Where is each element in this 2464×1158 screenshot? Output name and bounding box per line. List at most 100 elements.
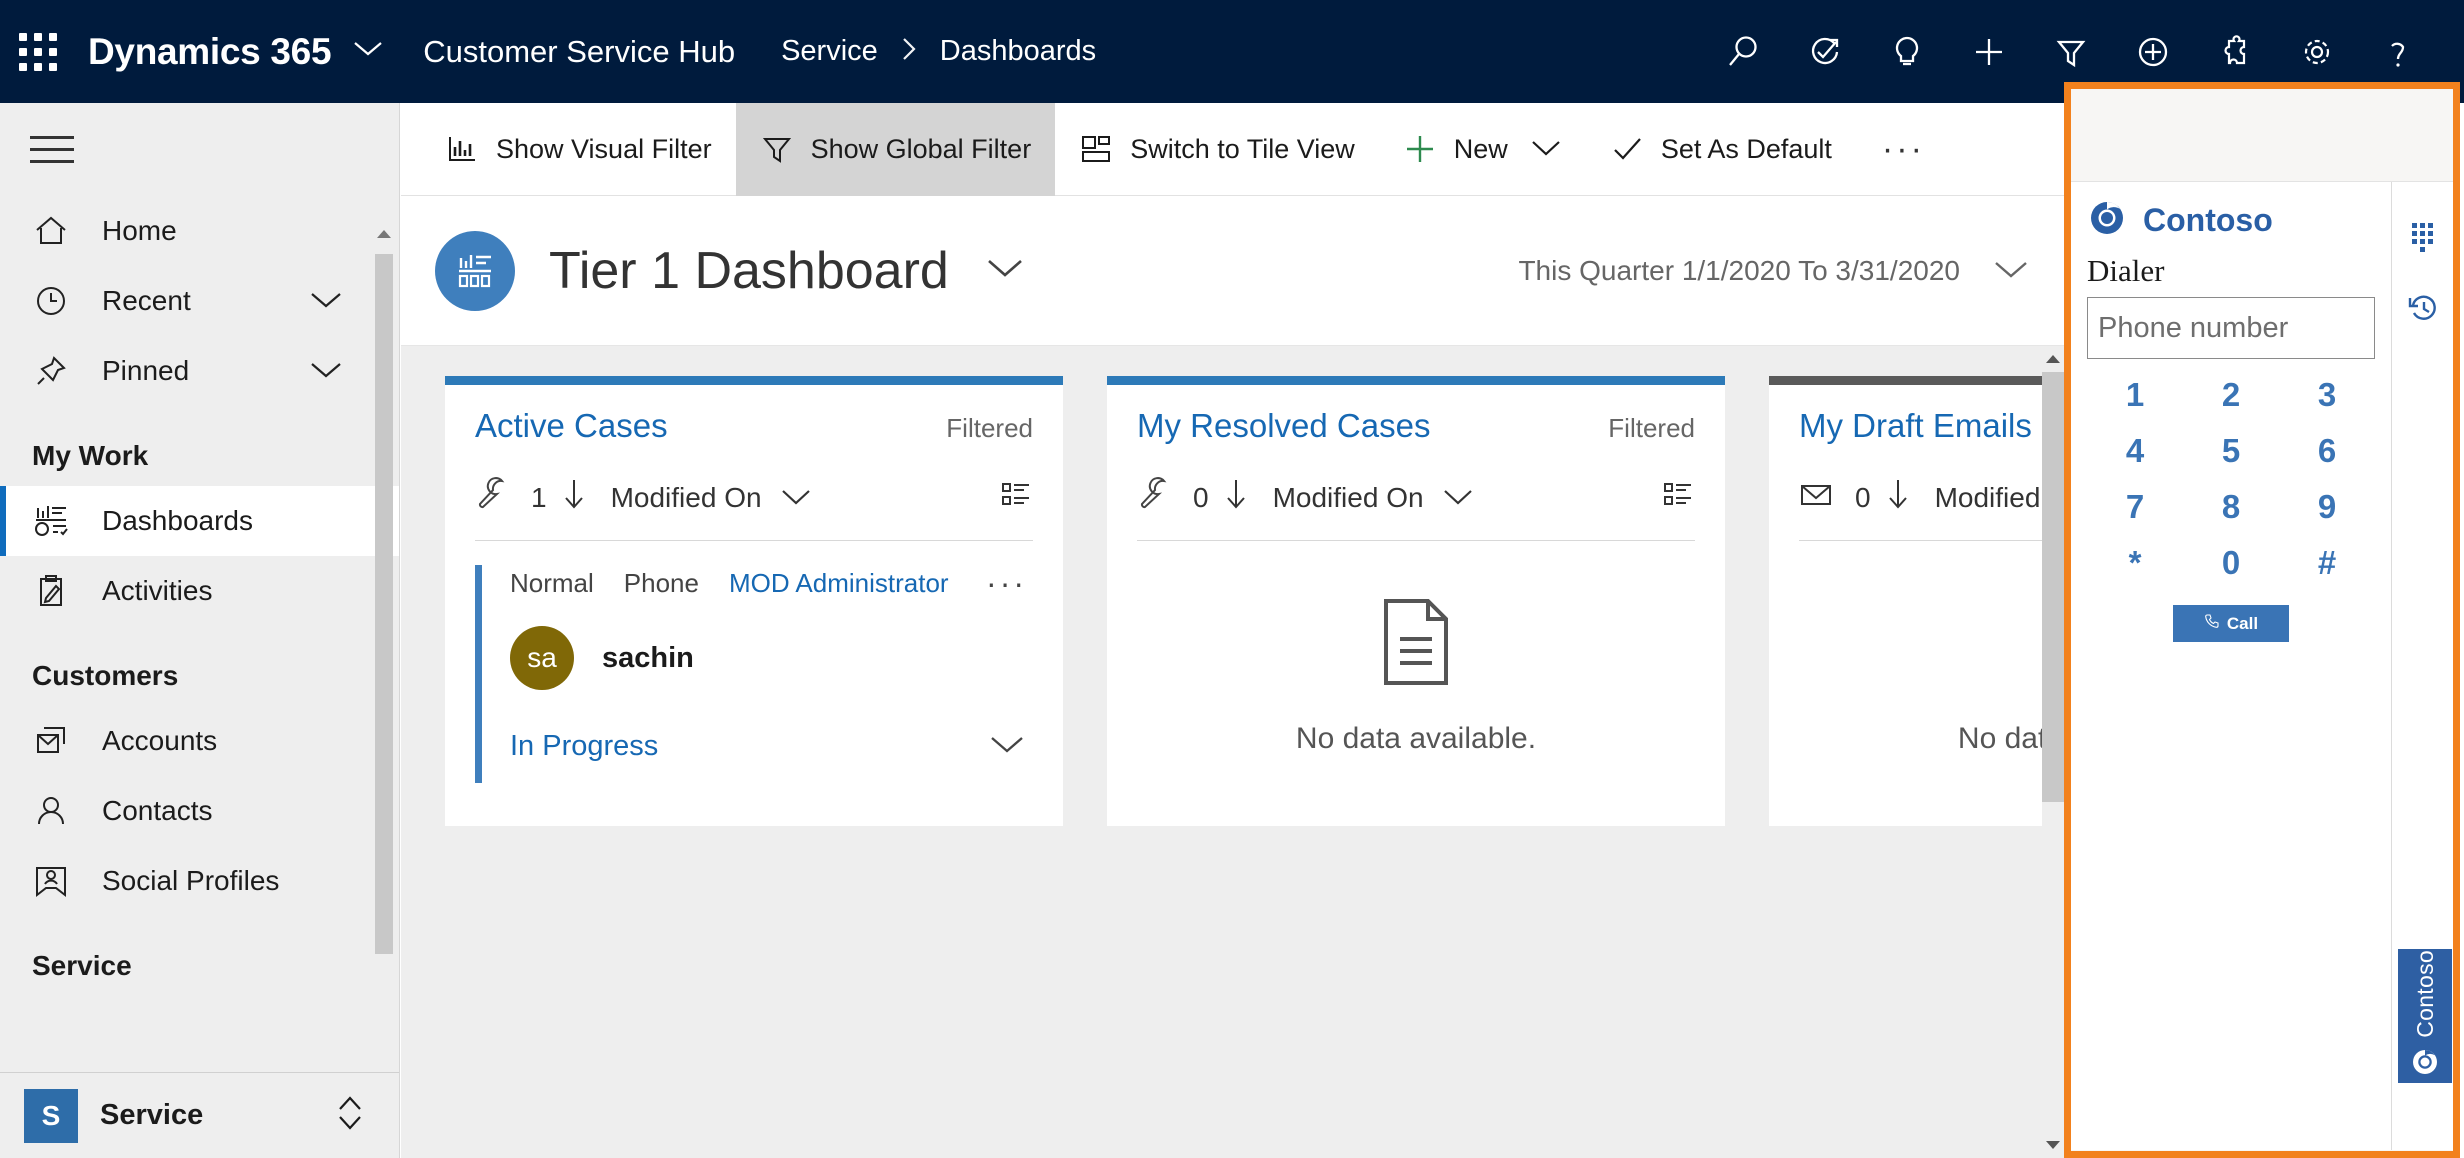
assistant-icon[interactable] (1784, 0, 1866, 103)
card-title[interactable]: My Draft Emails (1799, 407, 2032, 445)
dynamics-365-window: Dynamics 365 Customer Service Hub Servic… (0, 0, 2464, 1158)
breadcrumb-item-service[interactable]: Service (781, 35, 878, 68)
sidebar-item-home[interactable]: Home (0, 196, 399, 266)
record-overflow-button[interactable]: ··· (986, 565, 1033, 602)
chevron-down-icon[interactable] (1992, 255, 2030, 287)
command-overflow-button[interactable]: ··· (1856, 103, 1951, 196)
new-button[interactable]: New (1379, 103, 1586, 196)
call-history-icon[interactable] (2392, 272, 2453, 344)
sidebar-item-label: Recent (102, 285, 191, 316)
filter-icon (760, 132, 794, 166)
panel-tab-label: Contoso (2411, 949, 2438, 1038)
pin-icon (32, 352, 84, 390)
keypad-key-6[interactable]: 6 (2279, 423, 2375, 479)
sidebar-item-pinned[interactable]: Pinned (0, 336, 399, 406)
arrow-down-icon[interactable] (561, 477, 587, 518)
brand-chevron-down-icon[interactable] (353, 40, 383, 63)
phone-icon (2204, 613, 2220, 634)
card-sort-field[interactable]: Modified On (611, 482, 762, 514)
date-range-selector[interactable]: This Quarter 1/1/2020 To 3/31/2020 (1518, 255, 2030, 287)
sidebar-item-recent[interactable]: Recent (0, 266, 399, 336)
record-name[interactable]: sachin (602, 642, 694, 675)
keypad-key-0[interactable]: 0 (2183, 535, 2279, 591)
table-row[interactable]: Normal Phone MOD Administrator ··· sa sa… (475, 541, 1033, 783)
sidebar-group-customers: Customers (32, 660, 179, 691)
card-accent-bar (445, 376, 1063, 385)
list-view-icon[interactable] (999, 477, 1033, 518)
scrollbar-thumb[interactable] (2042, 372, 2064, 802)
dialpad-icon[interactable] (2392, 200, 2453, 272)
canvas-scrollbar[interactable] (2042, 346, 2064, 1158)
sidebar-item-label: Activities (102, 575, 213, 606)
contoso-panel-tab[interactable]: Contoso (2398, 949, 2452, 1083)
card-my-resolved-cases: My Resolved Cases Filtered 0 Modified On (1107, 376, 1725, 826)
sidebar-item-social-profiles[interactable]: Social Profiles (0, 846, 399, 916)
status-badge[interactable]: In Progress (510, 730, 658, 763)
lightbulb-icon[interactable] (1866, 0, 1948, 103)
card-controls: 0 Modified On (1137, 477, 1695, 518)
scroll-down-arrow-icon[interactable] (2042, 1132, 2064, 1158)
show-visual-filter-button[interactable]: Show Visual Filter (421, 103, 736, 196)
breadcrumb-item-dashboards[interactable]: Dashboards (940, 35, 1096, 68)
dashboard-selector-chevron-down-icon[interactable] (985, 256, 1025, 285)
brand-label[interactable]: Dynamics 365 (88, 31, 332, 73)
keypad-key-7[interactable]: 7 (2087, 479, 2183, 535)
plus-icon[interactable] (1948, 0, 2030, 103)
chevron-down-icon[interactable] (1530, 134, 1562, 165)
set-as-default-button[interactable]: Set As Default (1586, 103, 1856, 196)
search-icon[interactable] (1702, 0, 1784, 103)
arrow-down-icon[interactable] (1885, 477, 1911, 518)
record-priority: Normal (510, 568, 594, 598)
dashboard-badge-icon (435, 230, 515, 311)
arrow-down-icon[interactable] (1223, 477, 1249, 518)
phone-input-placeholder: Phone number (2098, 311, 2289, 344)
card-accent-bar (1769, 376, 2064, 385)
card-sort-field[interactable]: Modified On (1273, 482, 1424, 514)
keypad-key-5[interactable]: 5 (2183, 423, 2279, 479)
keypad-key-2[interactable]: 2 (2183, 367, 2279, 423)
scrollbar-thumb[interactable] (375, 254, 393, 954)
check-icon (1610, 132, 1644, 166)
sidebar-item-label: Home (102, 215, 177, 246)
chevron-down-icon[interactable] (780, 482, 812, 514)
card-title[interactable]: Active Cases (475, 407, 668, 445)
dashboard-icon (32, 502, 84, 540)
sidebar-scrollbar[interactable] (375, 224, 393, 1104)
dialer-keypad: 1 2 3 4 5 6 7 8 9 * 0 # (2071, 359, 2391, 591)
sidebar-item-contacts[interactable]: Contacts (0, 776, 399, 846)
dashboard-canvas: Active Cases Filtered 1 Modified On Norm… (401, 346, 2064, 1158)
chevron-down-icon[interactable] (309, 355, 343, 387)
keypad-key-1[interactable]: 1 (2087, 367, 2183, 423)
scroll-up-arrow-icon[interactable] (375, 224, 393, 244)
list-view-icon[interactable] (1661, 477, 1695, 518)
scroll-up-arrow-icon[interactable] (2042, 346, 2064, 372)
sidebar-item-dashboards[interactable]: Dashboards (0, 486, 399, 556)
nav-collapse-button[interactable] (0, 103, 399, 196)
chevron-down-icon[interactable] (309, 285, 343, 317)
sidebar-item-activities[interactable]: Activities (0, 556, 399, 626)
keypad-key-star[interactable]: * (2087, 535, 2183, 591)
keypad-key-3[interactable]: 3 (2279, 367, 2375, 423)
keypad-key-8[interactable]: 8 (2183, 479, 2279, 535)
sidebar-item-accounts[interactable]: Accounts (0, 706, 399, 776)
keypad-key-hash[interactable]: # (2279, 535, 2375, 591)
show-global-filter-button[interactable]: Show Global Filter (735, 102, 1056, 196)
app-switcher[interactable]: S Service (0, 1072, 399, 1158)
keypad-key-9[interactable]: 9 (2279, 479, 2375, 535)
keypad-key-4[interactable]: 4 (2087, 423, 2183, 479)
avatar: sa (510, 626, 574, 690)
call-button[interactable]: Call (2173, 605, 2289, 642)
record-origin: Phone (623, 568, 699, 598)
command-label: Show Visual Filter (496, 133, 712, 164)
app-launcher-button[interactable] (0, 0, 76, 103)
waffle-icon (19, 32, 57, 71)
chevron-updown-icon[interactable] (335, 1093, 365, 1138)
switch-to-tile-view-button[interactable]: Switch to Tile View (1055, 103, 1379, 196)
chevron-down-icon[interactable] (1442, 482, 1474, 514)
chevron-down-icon[interactable] (989, 733, 1033, 760)
card-title[interactable]: My Resolved Cases (1137, 407, 1430, 445)
plus-green-icon (1403, 132, 1437, 166)
record-owner[interactable]: MOD Administrator (729, 568, 949, 599)
dashboard-stream-cards: Active Cases Filtered 1 Modified On Norm… (401, 346, 2064, 826)
phone-number-input[interactable]: Phone number (2087, 297, 2375, 359)
